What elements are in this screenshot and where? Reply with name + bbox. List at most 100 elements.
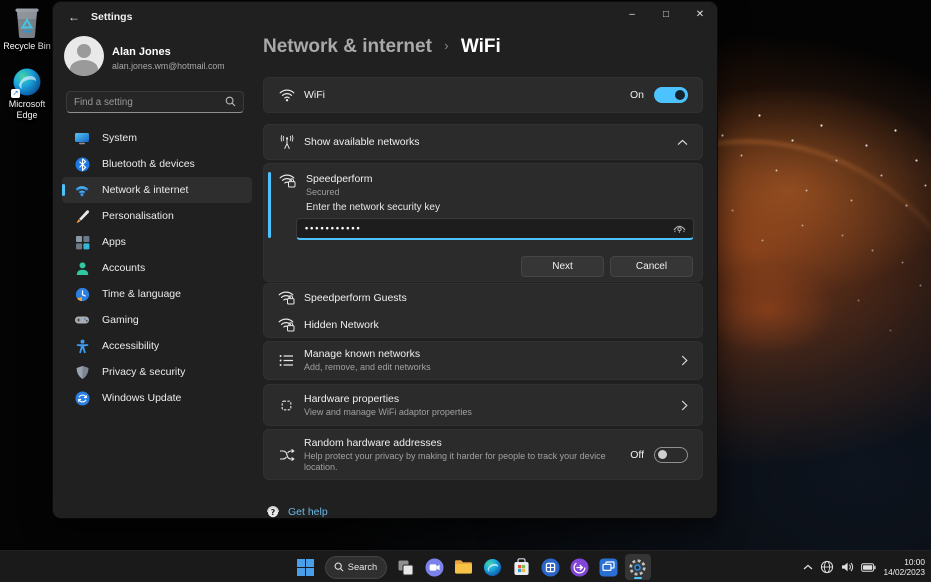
user-name: Alan Jones xyxy=(112,46,171,58)
password-reveal-eye-icon[interactable] xyxy=(673,224,686,234)
settings-search-box[interactable] xyxy=(66,91,244,113)
network-list-item[interactable]: Hidden Network xyxy=(264,311,702,338)
security-key-field[interactable] xyxy=(296,218,694,240)
sidebar-item-gaming[interactable]: Gaming xyxy=(62,307,252,333)
selected-indicator xyxy=(62,184,65,196)
search-icon xyxy=(334,562,344,572)
microsoft-store-button[interactable] xyxy=(509,554,535,580)
app-arrow-button[interactable] xyxy=(567,554,593,580)
titlebar[interactable]: ← Settings – □ ✕ xyxy=(53,2,717,32)
sidebar-item-label: Bluetooth & devices xyxy=(102,158,195,170)
close-button[interactable]: ✕ xyxy=(683,2,717,26)
start-button[interactable] xyxy=(293,554,319,580)
sidebar-item-label: Accessibility xyxy=(102,340,159,352)
network-name: Speedperform Guests xyxy=(304,292,407,304)
desktop-icon-label: Microsoft xyxy=(0,99,54,110)
app-windows-button[interactable] xyxy=(596,554,622,580)
edge-icon: ↗ xyxy=(0,67,54,97)
minimize-button[interactable]: – xyxy=(615,2,649,26)
hardware-properties-row[interactable]: Hardware properties View and manage WiFi… xyxy=(263,384,703,426)
windows-logo-icon xyxy=(297,559,314,576)
sidebar-item-privacy-security[interactable]: Privacy & security xyxy=(62,359,252,385)
taskbar-search-label: Search xyxy=(348,562,377,572)
battery-icon[interactable] xyxy=(861,563,876,572)
wifi-toggle-card: WiFi On xyxy=(263,77,703,113)
sidebar-item-windows-update[interactable]: Windows Update xyxy=(62,385,252,411)
network-globe-icon[interactable] xyxy=(820,560,834,574)
taskbar-search[interactable]: Search xyxy=(325,556,387,579)
settings-gear-icon xyxy=(628,558,647,577)
network-connect-card: Speedperform Secured Enter the network s… xyxy=(263,163,703,282)
shuffle-icon xyxy=(278,449,295,461)
back-button[interactable]: ← xyxy=(61,6,87,28)
personalisation-icon xyxy=(74,208,90,224)
app-windows-icon xyxy=(599,558,618,577)
svg-text:?: ? xyxy=(271,508,276,517)
sidebar-item-apps[interactable]: Apps xyxy=(62,229,252,255)
sidebar-nav: System Bluetooth & devices Network & int… xyxy=(62,125,252,411)
cancel-button[interactable]: Cancel xyxy=(610,256,693,277)
show-networks-expander[interactable]: Show available networks xyxy=(263,124,703,160)
row-subtitle: View and manage WiFi adaptor properties xyxy=(304,407,472,418)
sidebar-item-accounts[interactable]: Accounts xyxy=(62,255,252,281)
wifi-secured-icon xyxy=(279,173,296,188)
shortcut-arrow-overlay: ↗ xyxy=(11,89,20,98)
row-title: Hardware properties xyxy=(304,393,472,405)
wifi-toggle-state: On xyxy=(630,89,644,101)
sidebar-item-label: Network & internet xyxy=(102,184,188,196)
desktop-icon-recycle-bin[interactable]: Recycle Bin xyxy=(0,5,54,52)
privacy-shield-icon xyxy=(74,364,90,380)
app-grid-button[interactable] xyxy=(538,554,564,580)
chevron-up-icon xyxy=(677,139,688,146)
sidebar-item-label: Gaming xyxy=(102,314,139,326)
window-title: Settings xyxy=(91,11,132,23)
bluetooth-icon xyxy=(74,156,90,172)
microsoft-store-icon xyxy=(513,558,530,576)
taskbar: Search xyxy=(0,550,931,582)
manage-known-networks-row[interactable]: Manage known networks Add, remove, and e… xyxy=(263,341,703,380)
task-view-button[interactable] xyxy=(393,554,419,580)
avatar[interactable] xyxy=(64,36,104,76)
volume-icon[interactable] xyxy=(841,561,854,573)
desktop-icon-label: Recycle Bin xyxy=(0,41,54,52)
taskbar-clock[interactable]: 10:00 14/02/2023 xyxy=(883,557,925,577)
tray-chevron-up-icon[interactable] xyxy=(803,564,813,570)
edge-button[interactable] xyxy=(480,554,506,580)
app-arrow-icon xyxy=(570,558,589,577)
next-button[interactable]: Next xyxy=(521,256,604,277)
file-explorer-button[interactable] xyxy=(451,554,477,580)
sidebar-item-accessibility[interactable]: Accessibility xyxy=(62,333,252,359)
accounts-icon xyxy=(74,260,90,276)
wifi-secured-icon xyxy=(278,290,295,305)
wallpaper-stars xyxy=(0,0,1,1)
settings-app-button[interactable] xyxy=(625,554,651,580)
row-subtitle: Help protect your privacy by making it h… xyxy=(304,451,614,473)
maximize-button[interactable]: □ xyxy=(649,2,683,26)
security-key-input[interactable] xyxy=(305,219,665,237)
random-hardware-toggle[interactable] xyxy=(654,447,688,463)
breadcrumb-separator: › xyxy=(444,38,448,53)
sidebar-item-system[interactable]: System xyxy=(62,125,252,151)
sidebar-item-bluetooth-devices[interactable]: Bluetooth & devices xyxy=(62,151,252,177)
get-help-link[interactable]: ? Get help xyxy=(266,505,328,518)
windows-update-icon xyxy=(74,390,90,406)
sidebar-item-label: Apps xyxy=(102,236,126,248)
show-networks-label: Show available networks xyxy=(304,136,420,148)
wifi-secured-icon xyxy=(278,317,295,332)
row-title: Random hardware addresses xyxy=(304,437,614,449)
network-list-item[interactable]: Speedperform Guests xyxy=(264,284,702,311)
desktop-icon-microsoft-edge[interactable]: ↗ Microsoft Edge xyxy=(0,67,54,121)
teams-chat-button[interactable] xyxy=(422,554,448,580)
teams-chat-icon xyxy=(425,558,444,577)
chevron-right-icon xyxy=(681,400,688,411)
sidebar-item-network-internet[interactable]: Network & internet xyxy=(62,177,252,203)
sidebar-item-time-language[interactable]: Time & language xyxy=(62,281,252,307)
app-grid-icon xyxy=(541,558,560,577)
breadcrumb-parent[interactable]: Network & internet xyxy=(263,36,432,57)
back-arrow-icon: ← xyxy=(68,10,80,24)
network-name: Hidden Network xyxy=(304,319,379,331)
sidebar-item-personalisation[interactable]: Personalisation xyxy=(62,203,252,229)
edge-icon xyxy=(483,558,502,577)
search-input[interactable] xyxy=(74,92,224,112)
wifi-toggle[interactable] xyxy=(654,87,688,103)
